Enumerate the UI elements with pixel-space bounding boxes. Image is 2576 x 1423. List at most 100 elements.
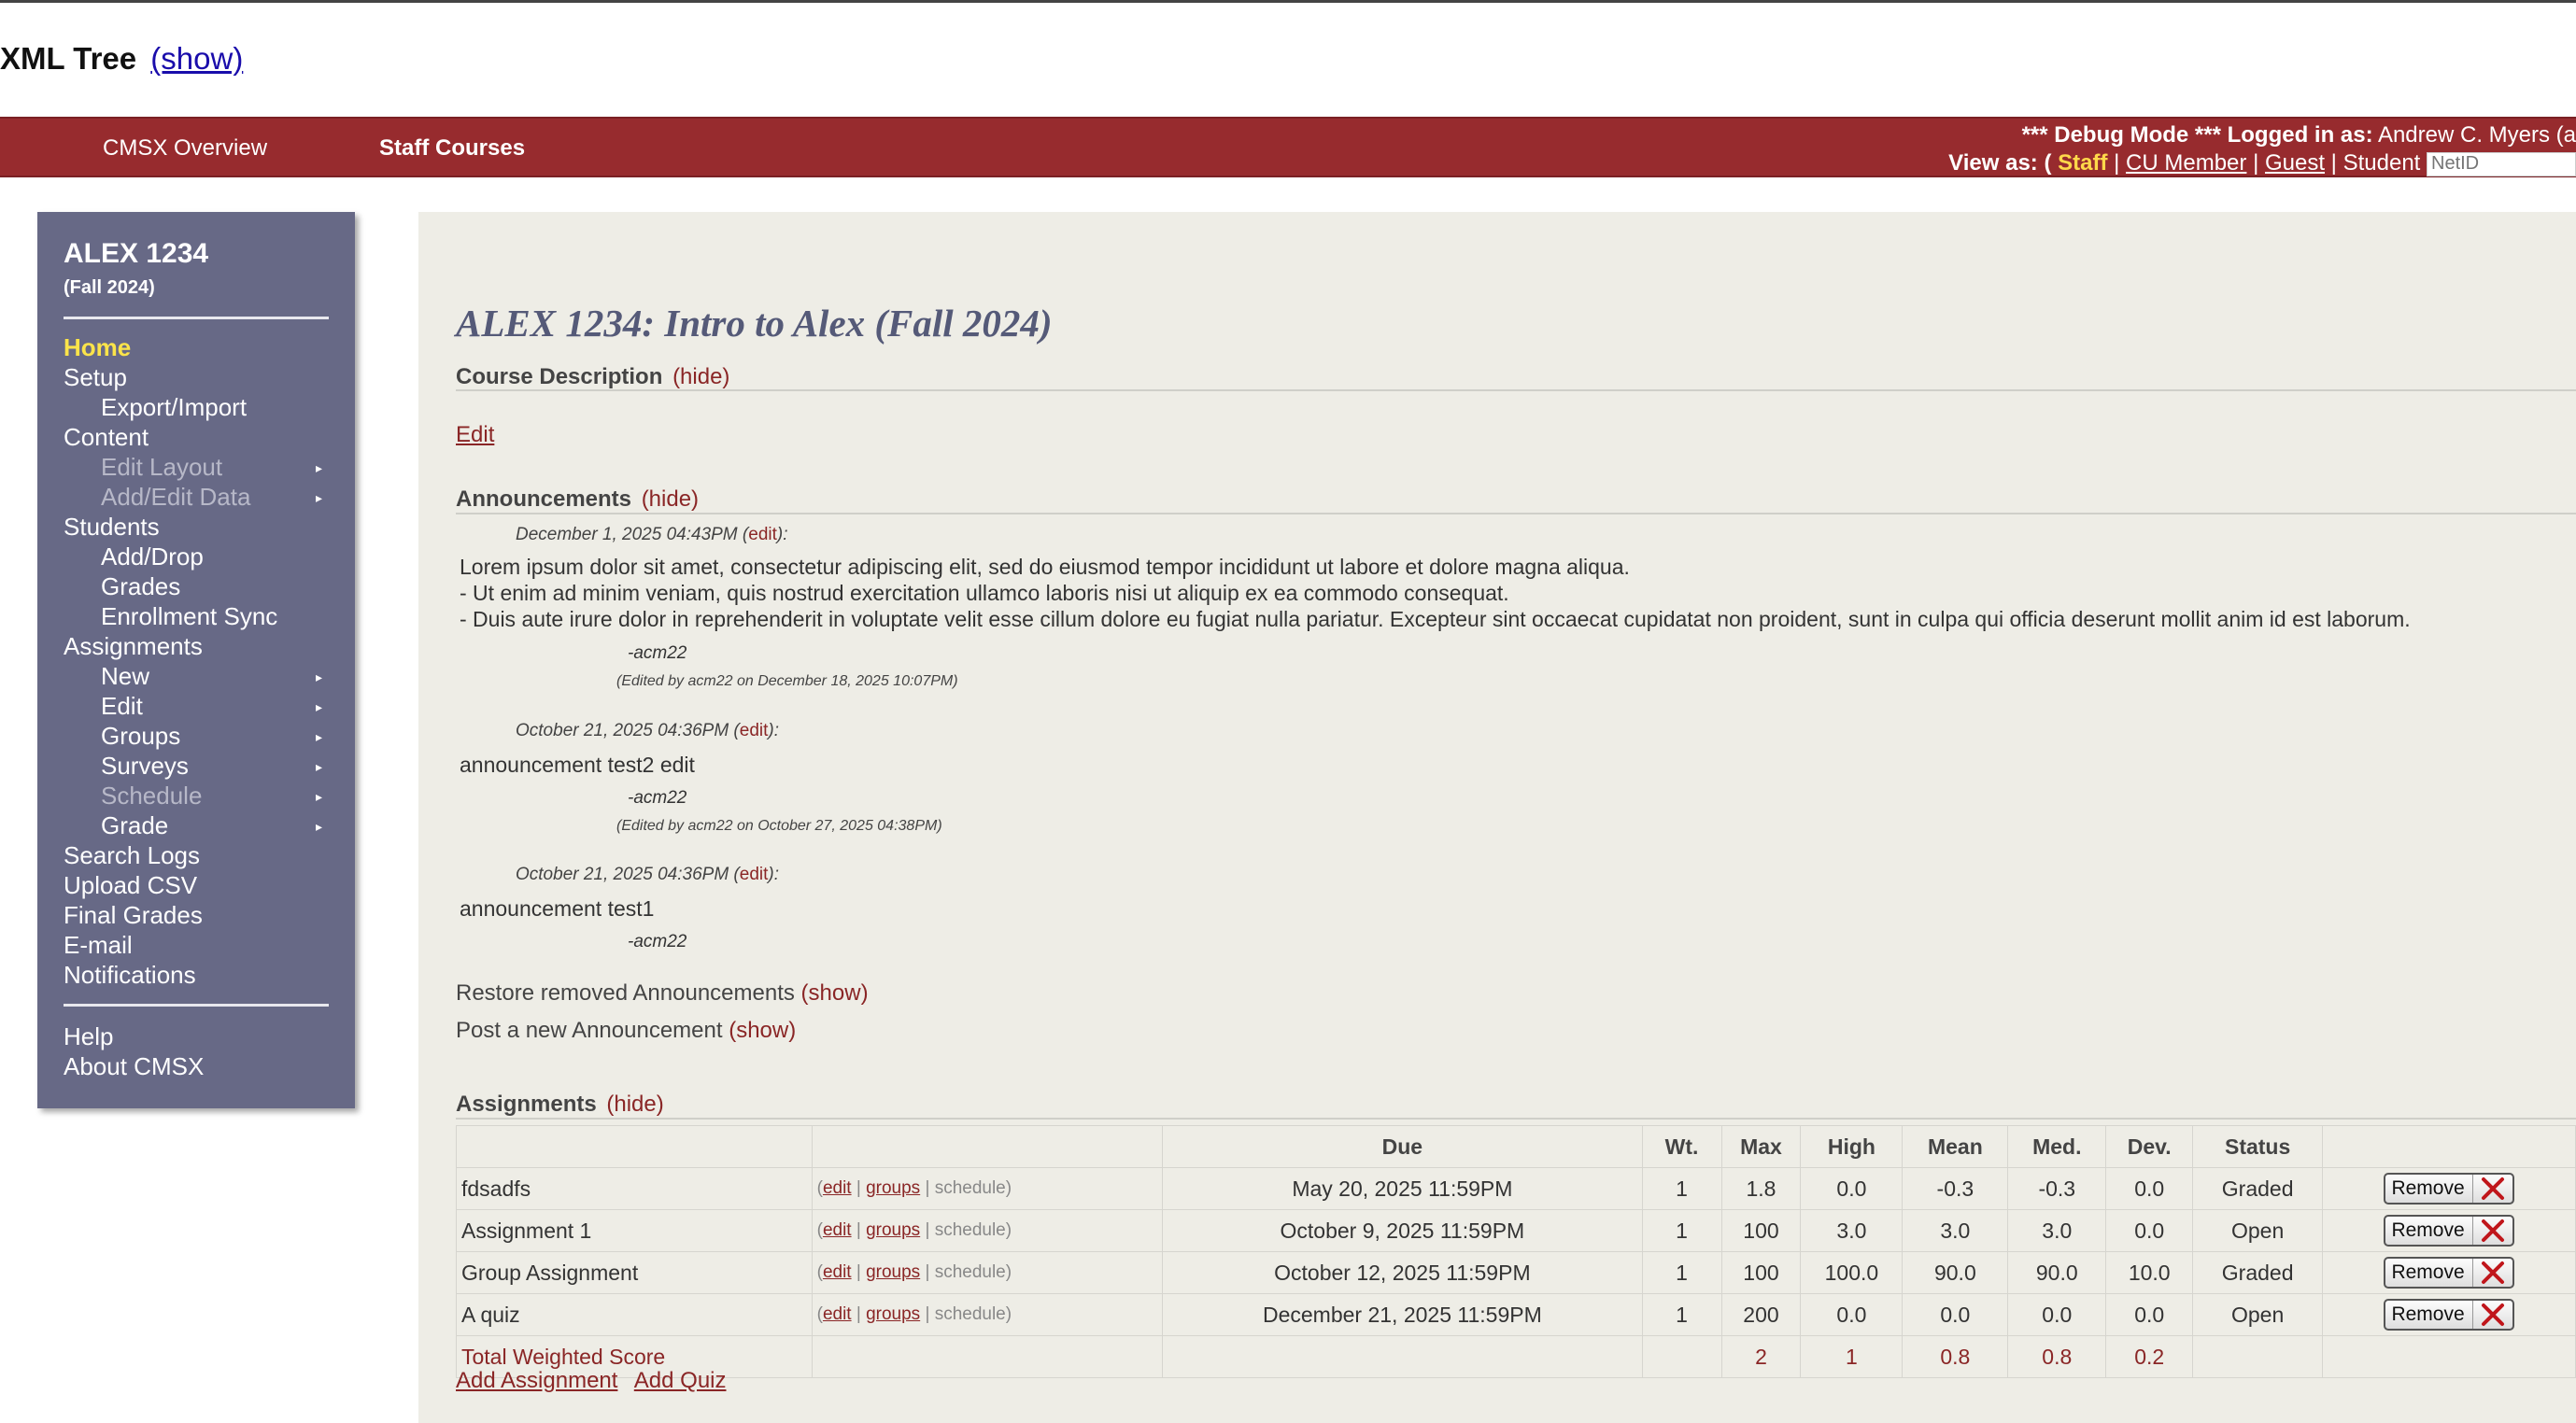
sidebar-item-edit[interactable]: Edit: [101, 692, 143, 721]
sidebar-item-help[interactable]: Help: [64, 1022, 113, 1051]
column-header-remove: [2322, 1125, 2576, 1168]
assignment-high: 0.0: [1800, 1167, 1904, 1210]
announcement-edit-link[interactable]: edit: [740, 865, 769, 884]
assignment-actions: (edit | groups | schedule): [811, 1209, 1164, 1252]
tab-cmsx-overview[interactable]: CMSX Overview: [103, 135, 267, 162]
assignment-groups-link[interactable]: groups: [866, 1178, 920, 1198]
assignment-schedule-link: schedule: [934, 1262, 1006, 1282]
sidebar-item-edit-layout[interactable]: Edit Layout: [101, 453, 222, 482]
sidebar-item-notifications[interactable]: Notifications: [64, 961, 196, 990]
assignment-median: -0.3: [2007, 1167, 2107, 1210]
assignment-name[interactable]: Group Assignment: [456, 1251, 813, 1294]
restore-announcements-show-link[interactable]: (show): [801, 980, 869, 1006]
assignment-mean: 90.0: [1902, 1251, 2009, 1294]
column-header-weight: Wt.: [1641, 1125, 1722, 1168]
assignment-groups-link[interactable]: groups: [866, 1220, 920, 1240]
sidebar-item-new[interactable]: New: [101, 662, 149, 691]
tab-staff-courses[interactable]: Staff Courses: [379, 135, 525, 162]
assignment-status: Graded: [2192, 1167, 2324, 1210]
debug-mode-label: *** Debug Mode *** Logged in as:: [2021, 122, 2373, 148]
assignment-deviation: 0.0: [2105, 1293, 2194, 1336]
sidebar-item-export-import[interactable]: Export/Import: [101, 393, 247, 422]
announcement-body: Lorem ipsum dolor sit amet, consectetur …: [460, 554, 2411, 632]
sidebar-item-upload-csv[interactable]: Upload CSV: [64, 871, 197, 900]
remove-button[interactable]: Remove: [2384, 1299, 2514, 1331]
view-as-staff[interactable]: Staff: [2058, 150, 2107, 176]
assignments-hide-link[interactable]: (hide): [606, 1092, 663, 1117]
chevron-right-icon: ▸: [316, 729, 323, 744]
remove-button-label: Remove: [2391, 1303, 2465, 1325]
assignment-median: 3.0: [2007, 1209, 2107, 1252]
announcements-heading: Announcements (hide): [456, 486, 699, 513]
assignment-weight: 1: [1641, 1167, 1722, 1210]
total-median: 0.8: [2007, 1335, 2107, 1378]
sidebar-item-about[interactable]: About CMSX: [64, 1052, 204, 1081]
column-header-max: Max: [1720, 1125, 1802, 1168]
sidebar-item-content[interactable]: Content: [64, 423, 149, 452]
section-divider: [456, 1118, 2576, 1120]
sidebar-item-grade[interactable]: Grade: [101, 811, 168, 840]
course-description-title: Course Description: [456, 364, 663, 389]
assignment-actions: (edit | groups | schedule): [811, 1293, 1164, 1336]
chevron-right-icon: ▸: [316, 669, 323, 684]
empty-cell: [2322, 1335, 2576, 1378]
sidebar-item-final-grades[interactable]: Final Grades: [64, 901, 203, 930]
remove-button[interactable]: Remove: [2384, 1215, 2514, 1247]
close-icon: [2471, 1259, 2512, 1287]
sidebar-course-term: (Fall 2024): [64, 277, 155, 298]
sidebar-item-students[interactable]: Students: [64, 513, 160, 542]
assignment-groups-link[interactable]: groups: [866, 1304, 920, 1324]
sidebar-item-add-edit-data[interactable]: Add/Edit Data: [101, 483, 250, 512]
sidebar-item-schedule[interactable]: Schedule: [101, 782, 202, 810]
course-description-hide-link[interactable]: (hide): [672, 364, 729, 389]
sidebar-item-surveys[interactable]: Surveys: [101, 752, 189, 781]
assignment-status: Open: [2192, 1293, 2324, 1336]
announcement-body: announcement test2 edit: [460, 752, 695, 778]
total-high: 1: [1800, 1335, 1904, 1378]
sidebar-item-assignments[interactable]: Assignments: [64, 632, 203, 661]
add-quiz-link[interactable]: Add Quiz: [634, 1368, 727, 1393]
column-header-median: Med.: [2007, 1125, 2107, 1168]
restore-announcements-label: Restore removed Announcements: [456, 980, 795, 1006]
assignments-table: Due Wt. Max High Mean Med. Dev. Status f…: [456, 1125, 2576, 1378]
announcement-line: - Ut enim ad minim veniam, quis nostrud …: [460, 581, 1509, 605]
assignment-name[interactable]: A quiz: [456, 1293, 813, 1336]
view-as-student[interactable]: Student: [2343, 150, 2421, 176]
sidebar-item-home[interactable]: Home: [64, 333, 131, 362]
assignment-name[interactable]: Assignment 1: [456, 1209, 813, 1252]
post-announcement-show-link[interactable]: (show): [729, 1018, 796, 1043]
sidebar-item-enrollment-sync[interactable]: Enrollment Sync: [101, 602, 277, 631]
assignment-name[interactable]: fdsadfs: [456, 1167, 813, 1210]
remove-button[interactable]: Remove: [2384, 1173, 2514, 1205]
sidebar-item-grades[interactable]: Grades: [101, 572, 180, 601]
sidebar-course-code: ALEX 1234: [64, 238, 209, 269]
assignment-groups-link[interactable]: groups: [866, 1262, 920, 1282]
xml-tree-show-link[interactable]: (show): [150, 41, 243, 76]
sidebar-item-search-logs[interactable]: Search Logs: [64, 841, 200, 870]
netid-input[interactable]: [2427, 151, 2576, 176]
sidebar-item-groups[interactable]: Groups: [101, 722, 180, 751]
assignment-edit-link[interactable]: edit: [823, 1304, 852, 1324]
view-as-cu-member[interactable]: CU Member: [2126, 150, 2246, 176]
add-assignment-link[interactable]: Add Assignment: [456, 1368, 617, 1393]
column-header-deviation: Dev.: [2105, 1125, 2194, 1168]
restore-announcements-row: Restore removed Announcements (show): [456, 980, 869, 1007]
assignment-edit-link[interactable]: edit: [823, 1220, 852, 1240]
announcement-line: announcement test2 edit: [460, 753, 695, 777]
table-row: Group Assignment (edit | groups | schedu…: [456, 1251, 2576, 1294]
announcement-edit-link[interactable]: edit: [748, 525, 777, 544]
remove-button[interactable]: Remove: [2384, 1257, 2514, 1289]
sidebar-item-setup[interactable]: Setup: [64, 363, 127, 392]
view-as-guest[interactable]: Guest: [2265, 150, 2325, 176]
close-icon: [2471, 1301, 2512, 1329]
announcements-hide-link[interactable]: (hide): [642, 486, 699, 512]
course-description-edit-link[interactable]: Edit: [456, 422, 494, 448]
total-deviation: 0.2: [2105, 1335, 2194, 1378]
announcement-edit-link[interactable]: edit: [740, 721, 769, 740]
assignment-edit-link[interactable]: edit: [823, 1178, 852, 1198]
sidebar-divider: [64, 317, 329, 319]
assignment-edit-link[interactable]: edit: [823, 1262, 852, 1282]
sidebar-item-email[interactable]: E-mail: [64, 931, 133, 960]
sidebar-item-add-drop[interactable]: Add/Drop: [101, 542, 204, 571]
course-description-heading: Course Description (hide): [456, 364, 729, 390]
